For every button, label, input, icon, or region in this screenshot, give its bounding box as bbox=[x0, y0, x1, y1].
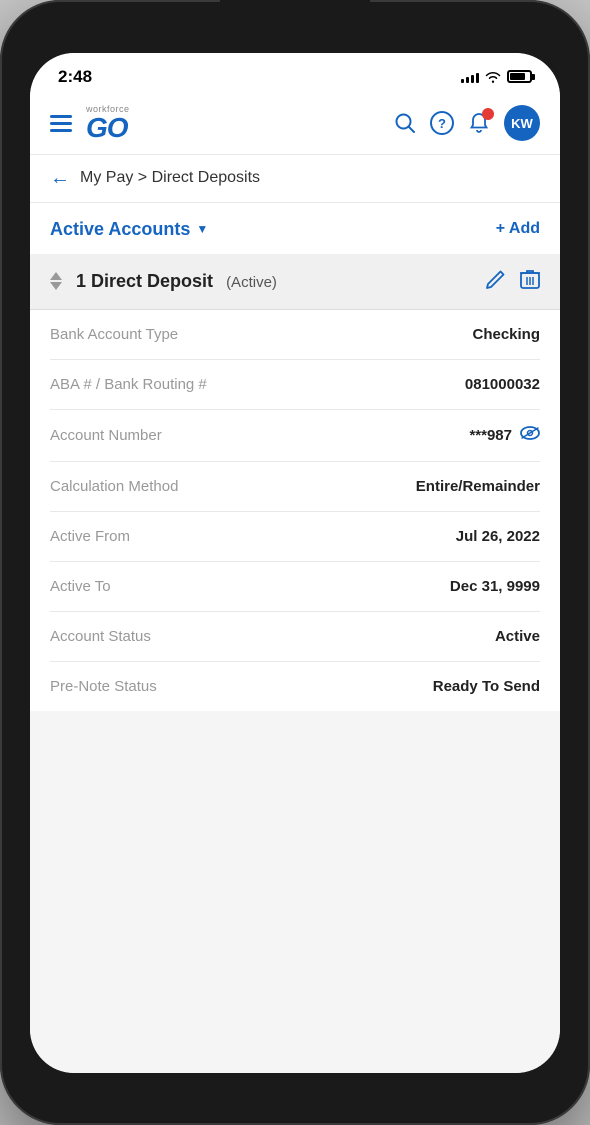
detail-row: ABA # / Bank Routing # 081000032 bbox=[50, 360, 540, 410]
status-time: 2:48 bbox=[58, 67, 92, 87]
detail-value-text: Ready To Send bbox=[433, 678, 540, 695]
sort-arrows[interactable] bbox=[50, 272, 62, 290]
detail-row: Account Status Active bbox=[50, 612, 540, 662]
content-area: Active Accounts ▼ + Add 1 Direct Deposit bbox=[30, 203, 560, 1073]
accounts-header: Active Accounts ▼ + Add bbox=[30, 203, 560, 254]
detail-value-text: Jul 26, 2022 bbox=[456, 528, 540, 545]
deposit-actions bbox=[486, 268, 540, 295]
detail-value-text: 081000032 bbox=[465, 376, 540, 393]
active-accounts-label: Active Accounts bbox=[50, 219, 190, 240]
nav-left: workforce GO bbox=[50, 105, 130, 142]
back-button[interactable]: ← bbox=[50, 167, 70, 190]
edit-icon bbox=[486, 269, 506, 289]
eye-icon bbox=[520, 426, 540, 440]
detail-value-text: ***987 bbox=[469, 427, 512, 444]
avatar-initials: KW bbox=[511, 116, 533, 131]
signal-bars-icon bbox=[461, 71, 479, 83]
detail-label: Calculation Method bbox=[50, 478, 178, 495]
detail-value: Entire/Remainder bbox=[416, 478, 540, 495]
detail-value: Dec 31, 9999 bbox=[450, 578, 540, 595]
detail-row: Calculation Method Entire/Remainder bbox=[50, 462, 540, 512]
add-account-label: + Add bbox=[496, 220, 540, 238]
search-icon bbox=[394, 112, 416, 134]
notifications-button[interactable] bbox=[468, 112, 490, 134]
detail-value: Checking bbox=[472, 326, 540, 343]
detail-label: Account Number bbox=[50, 427, 162, 444]
detail-label: Active To bbox=[50, 578, 111, 595]
detail-label: Pre-Note Status bbox=[50, 678, 157, 695]
help-circle-icon: ? bbox=[430, 111, 454, 135]
user-avatar[interactable]: KW bbox=[504, 105, 540, 141]
add-account-button[interactable]: + Add bbox=[496, 220, 540, 238]
status-icons bbox=[461, 70, 532, 83]
wifi-icon bbox=[485, 71, 501, 83]
deposit-card: 1 Direct Deposit (Active) bbox=[30, 254, 560, 711]
detail-row: Active From Jul 26, 2022 bbox=[50, 512, 540, 562]
detail-value-text: Checking bbox=[472, 326, 540, 343]
detail-rows: Bank Account Type Checking ABA # / Bank Ro… bbox=[30, 310, 560, 711]
active-accounts-dropdown[interactable]: Active Accounts ▼ bbox=[50, 219, 208, 240]
detail-label: Bank Account Type bbox=[50, 326, 178, 343]
toggle-visibility-button[interactable] bbox=[520, 426, 540, 445]
detail-value: Jul 26, 2022 bbox=[456, 528, 540, 545]
app-logo: workforce GO bbox=[86, 105, 130, 142]
detail-row: Active To Dec 31, 9999 bbox=[50, 562, 540, 612]
edit-deposit-button[interactable] bbox=[486, 269, 506, 294]
battery-icon bbox=[507, 70, 532, 83]
detail-value-text: Dec 31, 9999 bbox=[450, 578, 540, 595]
detail-value: Active bbox=[495, 628, 540, 645]
detail-value-text: Entire/Remainder bbox=[416, 478, 540, 495]
nav-right: ? KW bbox=[394, 105, 540, 141]
detail-value: ***987 bbox=[469, 426, 540, 445]
notification-badge bbox=[482, 108, 494, 120]
detail-value-text: Active bbox=[495, 628, 540, 645]
phone-screen: 2:48 bbox=[30, 53, 560, 1073]
help-button[interactable]: ? bbox=[430, 111, 454, 135]
detail-label: Account Status bbox=[50, 628, 151, 645]
sort-down-icon[interactable] bbox=[50, 282, 62, 290]
chevron-down-icon: ▼ bbox=[196, 222, 208, 236]
detail-row: Account Number ***987 bbox=[50, 410, 540, 462]
detail-value: Ready To Send bbox=[433, 678, 540, 695]
detail-label: Active From bbox=[50, 528, 130, 545]
search-button[interactable] bbox=[394, 112, 416, 134]
detail-row: Pre-Note Status Ready To Send bbox=[50, 662, 540, 711]
delete-deposit-button[interactable] bbox=[520, 268, 540, 295]
deposit-status-badge: (Active) bbox=[226, 274, 277, 291]
breadcrumb: ← My Pay > Direct Deposits bbox=[30, 155, 560, 203]
status-bar: 2:48 bbox=[30, 53, 560, 97]
phone-shell: 2:48 bbox=[0, 0, 590, 1125]
logo-go-text: GO bbox=[86, 114, 128, 142]
deposit-title-text: 1 Direct Deposit bbox=[76, 271, 213, 291]
sort-up-icon[interactable] bbox=[50, 272, 62, 280]
detail-row: Bank Account Type Checking bbox=[50, 310, 540, 360]
top-nav: workforce GO ? bbox=[30, 97, 560, 155]
detail-value: 081000032 bbox=[465, 376, 540, 393]
breadcrumb-text: My Pay > Direct Deposits bbox=[80, 169, 260, 187]
detail-label: ABA # / Bank Routing # bbox=[50, 376, 207, 393]
hamburger-menu-icon[interactable] bbox=[50, 115, 72, 132]
trash-icon bbox=[520, 268, 540, 290]
deposit-title: 1 Direct Deposit (Active) bbox=[76, 271, 486, 292]
notch bbox=[220, 0, 370, 30]
deposit-header: 1 Direct Deposit (Active) bbox=[30, 254, 560, 310]
